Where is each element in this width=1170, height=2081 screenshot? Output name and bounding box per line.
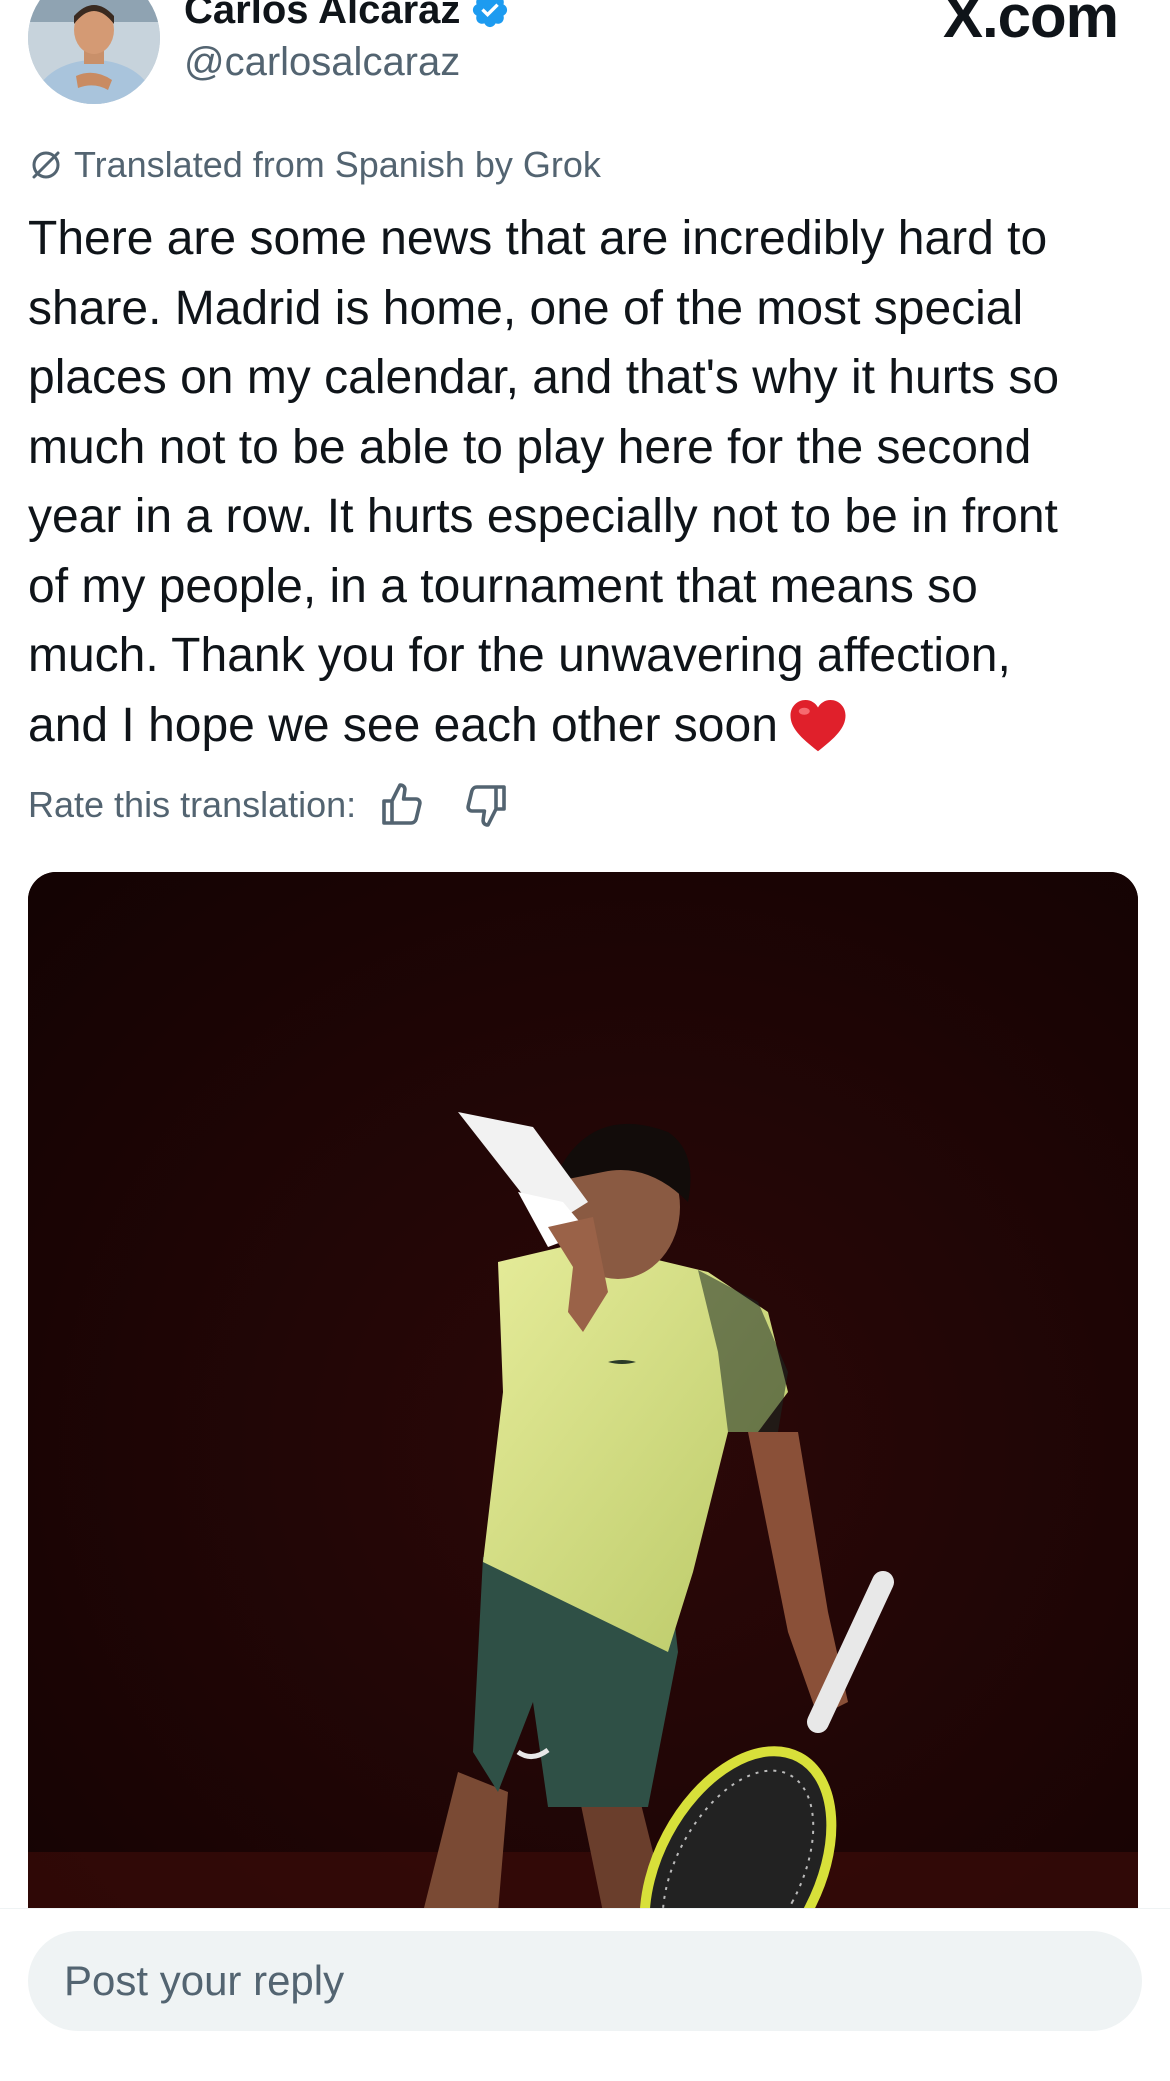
tweet-text: There are some news that are incredibly …: [28, 204, 1148, 760]
verified-badge-icon: [473, 0, 508, 28]
heart-emoji-icon: [790, 699, 846, 751]
translate-icon: [32, 151, 60, 179]
author-name[interactable]: Carlos Alcaraz: [184, 0, 460, 33]
tweet-body: There are some news that are incredibly …: [28, 212, 1060, 752]
reply-bar: [0, 1908, 1170, 2081]
translation-label: Translated from Spanish by Grok: [74, 144, 601, 185]
tennis-player-photo: [28, 872, 1138, 1912]
watermark: X.com: [942, 0, 1119, 50]
tweet-photo[interactable]: [28, 872, 1138, 1912]
rate-label: Rate this translation:: [28, 784, 357, 825]
avatar-image: [28, 0, 160, 104]
author-handle[interactable]: @carlosalcaraz: [184, 40, 460, 85]
reply-input[interactable]: [28, 1931, 1142, 2031]
thumbs-up-icon[interactable]: [378, 781, 426, 829]
thumbs-down-icon[interactable]: [462, 781, 510, 829]
rate-translation: Rate this translation:: [28, 780, 510, 830]
author-name-row[interactable]: Carlos Alcaraz: [184, 0, 510, 36]
avatar[interactable]: [28, 0, 160, 104]
translation-notice: Translated from Spanish by Grok: [28, 142, 601, 188]
